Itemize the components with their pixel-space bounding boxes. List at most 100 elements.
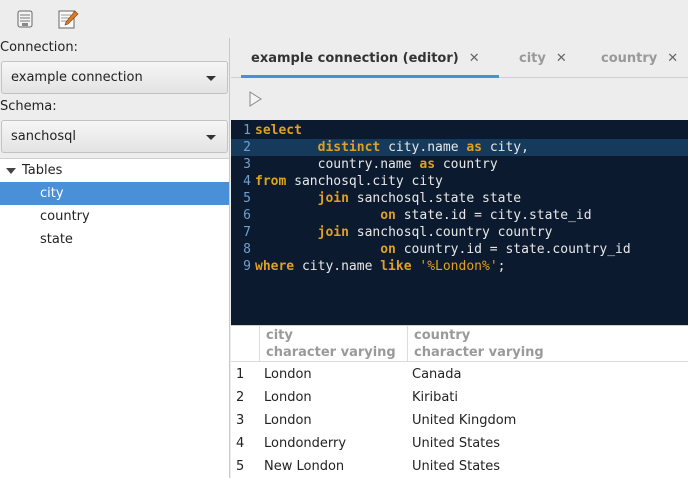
- row-index: 2: [236, 390, 245, 405]
- tree-item-label: country: [40, 209, 90, 224]
- close-icon[interactable]: ✕: [469, 51, 480, 66]
- tab-city[interactable]: city ✕: [519, 38, 567, 78]
- sql-text: state.id = city.state_id: [395, 208, 592, 223]
- code-text: on country.id = state.country_id: [255, 241, 631, 258]
- chevron-down-icon: [206, 135, 216, 140]
- sql-keyword: from: [255, 174, 287, 189]
- table-row[interactable]: 4 Londonderry United States: [231, 432, 688, 455]
- tree-item-state[interactable]: state: [0, 228, 229, 251]
- close-icon[interactable]: ✕: [556, 51, 567, 66]
- connection-dropdown[interactable]: example connection: [1, 61, 228, 94]
- row-index: 1: [236, 367, 245, 382]
- sql-text: city.name: [380, 140, 467, 155]
- tree-root-label: Tables: [22, 163, 63, 178]
- table-cell: United Kingdom: [412, 413, 517, 428]
- code-line[interactable]: 1 select: [231, 122, 688, 139]
- tab-bar: example connection (editor) ✕ city ✕ cou…: [231, 38, 688, 78]
- tab-label: country: [601, 50, 658, 66]
- table-cell: New London: [264, 459, 345, 474]
- code-text: join sanchosql.country country: [255, 224, 553, 241]
- expand-triangle-icon[interactable]: [6, 167, 16, 174]
- code-line[interactable]: 6 on state.id = city.state_id: [231, 207, 688, 224]
- sql-editor[interactable]: 1 select 2 distinct city.name as city, 3 co…: [231, 120, 688, 325]
- connection-label: Connection:: [0, 40, 78, 55]
- tree-item-label: city: [40, 186, 64, 201]
- line-number: 8: [243, 242, 251, 257]
- main-toolbar: [0, 0, 688, 38]
- table-cell: London: [264, 413, 312, 428]
- table-row[interactable]: 3 London United Kingdom: [231, 409, 688, 432]
- line-number: 3: [243, 157, 251, 172]
- row-index: 4: [236, 436, 245, 451]
- line-number: 1: [243, 123, 251, 138]
- sql-text: city,: [482, 140, 529, 155]
- line-number: 4: [243, 174, 251, 189]
- sql-keyword: like: [380, 259, 412, 274]
- chevron-down-icon: [206, 76, 216, 81]
- edit-notepad-icon[interactable]: [55, 6, 81, 32]
- code-line[interactable]: 2 distinct city.name as city,: [231, 139, 688, 156]
- tree-root-tables[interactable]: Tables: [0, 159, 229, 182]
- sql-text: sanchosql.state state: [348, 191, 522, 206]
- code-line[interactable]: 5 join sanchosql.state state: [231, 190, 688, 207]
- code-line[interactable]: 4 from sanchosql.city city: [231, 173, 688, 190]
- sql-text: country: [435, 157, 498, 172]
- code-text: country.name as country: [255, 156, 498, 173]
- column-type: character varying: [266, 345, 396, 360]
- code-line[interactable]: 3 country.name as country: [231, 156, 688, 173]
- sql-keyword: on: [380, 242, 396, 257]
- line-number: 5: [243, 191, 251, 206]
- table-cell: Londonderry: [264, 436, 347, 451]
- sql-keyword: distinct: [317, 140, 381, 155]
- sql-keyword: as: [419, 157, 436, 172]
- line-number: 2: [243, 140, 251, 155]
- sql-keyword: where: [255, 259, 295, 274]
- sql-text: country.id = state.country_id: [395, 242, 631, 257]
- code-line[interactable]: 8 on country.id = state.country_id: [231, 241, 688, 258]
- sql-text: sanchosql.city city: [286, 174, 443, 189]
- tree-item-city[interactable]: city: [0, 182, 229, 205]
- schema-value: sanchosql: [11, 129, 76, 144]
- table-cell: United States: [412, 436, 501, 451]
- sql-keyword: as: [466, 140, 482, 155]
- table-cell: Canada: [412, 367, 462, 382]
- results-grid: city character varying country character…: [231, 325, 688, 478]
- sidebar: Connection: example connection Schema: s…: [0, 38, 230, 478]
- code-text: where city.name like '%London%';: [255, 258, 505, 275]
- tab-editor[interactable]: example connection (editor) ✕: [241, 38, 499, 78]
- close-icon[interactable]: ✕: [667, 51, 678, 66]
- code-line[interactable]: 7 join sanchosql.country country: [231, 224, 688, 241]
- database-connection-icon[interactable]: [12, 6, 38, 32]
- column-header-country[interactable]: country character varying: [407, 326, 688, 362]
- table-row[interactable]: 5 New London United States: [231, 455, 688, 478]
- code-text: select: [255, 122, 302, 139]
- column-header-city[interactable]: city character varying: [259, 326, 407, 362]
- connection-value: example connection: [11, 70, 143, 85]
- code-text: distinct city.name as city,: [255, 139, 529, 156]
- table-row[interactable]: 2 London Kiribati: [231, 386, 688, 409]
- code-line[interactable]: 9 where city.name like '%London%';: [231, 258, 688, 275]
- table-cell: Kiribati: [412, 390, 459, 405]
- table-cell: London: [264, 367, 312, 382]
- tab-country[interactable]: country ✕: [601, 38, 678, 78]
- schema-label: Schema:: [0, 99, 57, 114]
- row-index: 3: [236, 413, 245, 428]
- run-play-icon[interactable]: [247, 91, 263, 107]
- sql-keyword: select: [255, 123, 302, 138]
- line-number: 9: [243, 259, 251, 274]
- schema-dropdown[interactable]: sanchosql: [1, 120, 228, 153]
- tree-item-country[interactable]: country: [0, 205, 229, 228]
- main-panel: example connection (editor) ✕ city ✕ cou…: [231, 38, 688, 478]
- tab-label: city: [519, 50, 546, 66]
- sql-keyword: join: [317, 191, 349, 206]
- sql-text: country.name: [255, 157, 420, 172]
- code-text: from sanchosql.city city: [255, 173, 443, 190]
- table-row[interactable]: 1 London Canada: [231, 363, 688, 386]
- line-number: 7: [243, 225, 251, 240]
- column-type: character varying: [414, 345, 544, 360]
- results-header: city character varying country character…: [231, 326, 688, 362]
